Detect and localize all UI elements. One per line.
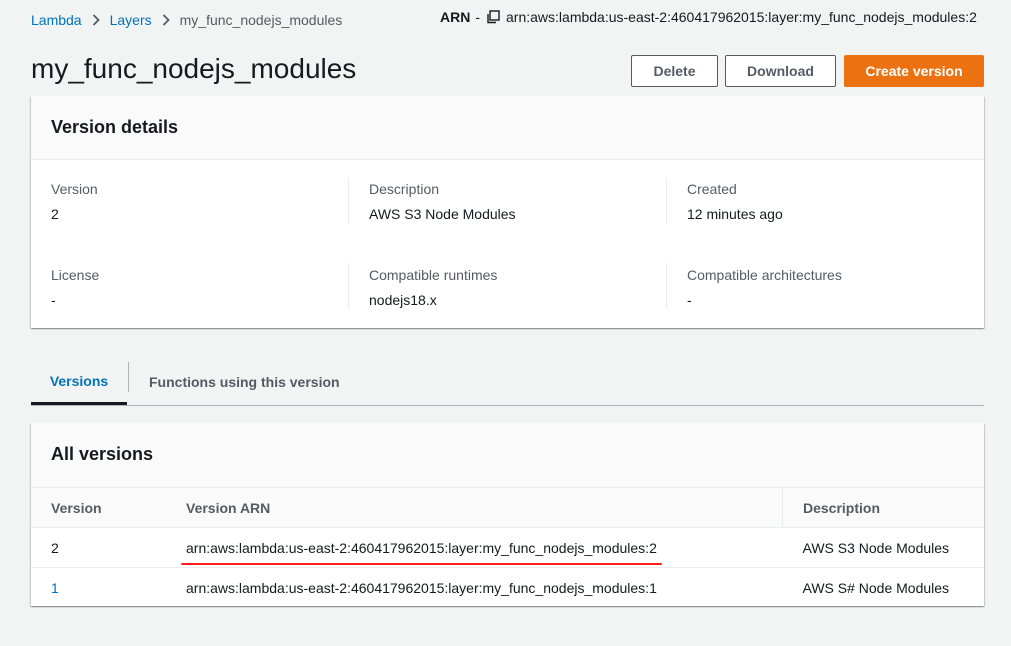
field-label: Compatible runtimes — [369, 267, 498, 283]
page-title: my_func_nodejs_modules — [31, 53, 357, 84]
column-divider — [666, 178, 667, 224]
field-created: Created 12 minutes ago — [687, 181, 783, 222]
field-license: License - — [51, 267, 99, 308]
field-value: - — [687, 292, 692, 308]
arn-header: ARN - arn:aws:lambda:us-east-2:460417962… — [440, 9, 977, 25]
versions-table: Version Version ARN Description 2 arn:aw… — [31, 487, 984, 607]
table-row: 2 arn:aws:lambda:us-east-2:460417962015:… — [31, 527, 984, 568]
breadcrumb-lambda[interactable]: Lambda — [31, 12, 82, 28]
tab-divider — [128, 362, 129, 392]
version-details-panel: Version details Version 2 Description AW… — [31, 96, 984, 328]
field-value: nodejs18.x — [369, 292, 437, 308]
arn-value: arn:aws:lambda:us-east-2:460417962015:la… — [506, 9, 977, 25]
table-row: 1 arn:aws:lambda:us-east-2:460417962015:… — [31, 568, 984, 608]
field-label: Compatible architectures — [687, 267, 842, 283]
version-cell: 2 — [31, 527, 158, 568]
red-underline-annotation — [181, 563, 662, 565]
table-header-row: Version Version ARN Description — [31, 487, 984, 528]
field-label: Version — [51, 181, 98, 197]
create-version-button[interactable]: Create version — [844, 55, 984, 87]
description-cell: AWS S# Node Modules — [802, 579, 950, 596]
column-header-description[interactable]: Description — [782, 487, 984, 528]
column-divider — [348, 178, 349, 224]
version-arn-cell: arn:aws:lambda:us-east-2:460417962015:la… — [158, 527, 783, 568]
arn-label: ARN — [440, 9, 471, 25]
copy-icon[interactable] — [486, 10, 500, 24]
field-value: - — [51, 292, 56, 308]
column-header-version-arn[interactable]: Version ARN — [158, 487, 783, 528]
chevron-right-icon — [162, 14, 170, 26]
field-value: 2 — [51, 206, 59, 222]
version-link[interactable]: 1 — [51, 580, 59, 596]
field-value: 12 minutes ago — [687, 206, 783, 222]
field-label: License — [51, 267, 100, 283]
field-compatible-architectures: Compatible architectures - — [687, 267, 842, 308]
version-cell: 1 — [31, 568, 158, 608]
breadcrumb-current: my_func_nodejs_modules — [179, 12, 343, 28]
column-divider — [666, 263, 667, 309]
field-compatible-runtimes: Compatible runtimes nodejs18.x — [369, 267, 497, 308]
delete-button[interactable]: Delete — [631, 55, 718, 87]
version-details-title: Version details — [31, 96, 984, 160]
tab-functions-using-version[interactable]: Functions using this version — [149, 360, 340, 404]
field-label: Description — [369, 181, 440, 197]
all-versions-panel: All versions Version Version ARN Descrip… — [31, 423, 984, 606]
column-divider — [348, 263, 349, 309]
field-value: AWS S3 Node Modules — [369, 206, 516, 222]
field-version: Version 2 — [51, 181, 98, 222]
description-cell: AWS S3 Node Modules — [782, 527, 984, 568]
breadcrumb: Lambda Layers my_func_nodejs_modules — [31, 12, 342, 28]
all-versions-title: All versions — [31, 423, 984, 487]
field-label: Created — [687, 181, 737, 197]
breadcrumb-layers[interactable]: Layers — [110, 12, 152, 28]
tab-bar: Versions Functions using this version — [31, 360, 984, 406]
arn-dash: - — [475, 9, 481, 25]
tab-versions[interactable]: Versions — [31, 360, 127, 405]
column-header-version[interactable]: Version — [31, 487, 158, 528]
download-button[interactable]: Download — [725, 55, 836, 87]
version-arn-cell: arn:aws:lambda:us-east-2:460417962015:la… — [186, 579, 657, 596]
version-arn-text: arn:aws:lambda:us-east-2:460417962015:la… — [186, 539, 657, 556]
field-description: Description AWS S3 Node Modules — [369, 181, 516, 222]
chevron-right-icon — [92, 14, 100, 26]
